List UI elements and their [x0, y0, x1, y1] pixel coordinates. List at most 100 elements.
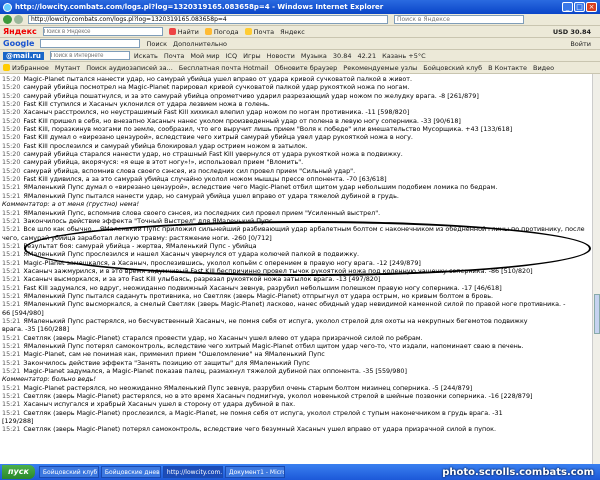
fav-link-8[interactable]: Видео: [533, 64, 554, 72]
log-line: 15:21 Magic-Planet задумался, а Magic-Pla…: [2, 367, 590, 375]
log-text: самурай убийца посмотрел на Magic-Planet…: [23, 83, 410, 92]
taskbar-task-2[interactable]: Бойцовские дневни...: [100, 466, 161, 478]
address-bar: [0, 14, 600, 26]
log-line: 15:20 Fast Kill прослезился и самурай уби…: [2, 142, 590, 150]
yandex-find-button[interactable]: Найти: [168, 28, 199, 36]
weather-icon: [204, 28, 212, 35]
vertical-scrollbar[interactable]: [592, 74, 600, 464]
log-text: самурай убийца пошатнулся, и за это саму…: [23, 91, 479, 100]
log-text: Все шло как обычно... ЯМаленький Пупс пр…: [23, 225, 585, 234]
log-text: 66 [594/980]: [2, 308, 44, 317]
url-input[interactable]: [28, 15, 388, 24]
log-line: 15:20 самурай убийца пошатнулся, и за это…: [2, 92, 590, 100]
log-time: 15:21: [2, 400, 21, 409]
log-line: 15:21 Светляк (зверь Magic-Planet) просле…: [2, 409, 590, 417]
mail-myworld-button[interactable]: Мой мир: [190, 52, 219, 60]
mail-mail-button[interactable]: Почта: [164, 52, 184, 60]
log-text: самурай убийца, вкорячуся: «я еще в этот…: [23, 158, 304, 167]
mail-search-input[interactable]: [49, 51, 130, 60]
scrollbar-thumb[interactable]: [594, 294, 600, 334]
minimize-button[interactable]: _: [562, 2, 573, 12]
log-text: Комментатор: больно ведь!: [2, 375, 96, 384]
log-text: Закончилось действие эффекта "Точный Выс…: [23, 216, 273, 225]
log-time: 15:21: [2, 208, 21, 217]
log-line: 15:21 Все шло как обычно... ЯМаленький Пу…: [2, 225, 590, 233]
log-time: 15:20: [2, 116, 21, 125]
yandex-home-button[interactable]: Яндекс: [280, 28, 305, 36]
close-button[interactable]: ×: [586, 2, 597, 12]
log-line: 15:21 Светляк (зверь Magic-Planet) растер…: [2, 392, 590, 400]
log-line: 15:21 Результат боя: самурай убийца - жер…: [2, 242, 590, 250]
fav-link-1[interactable]: Мутант: [55, 64, 80, 72]
mail-icq-button[interactable]: ICQ: [226, 52, 238, 60]
taskbar-task-3[interactable]: http://lowcity.com...: [162, 466, 223, 478]
log-time: 15:20: [2, 125, 21, 134]
log-line: 15:21 Magic-Planet, сам не понимая как, п…: [2, 350, 590, 358]
log-time: 15:21: [2, 291, 21, 300]
yandex-search-input[interactable]: [42, 27, 163, 36]
log-line: 15:20 Magic-Planet пытался нанести удар, …: [2, 75, 590, 83]
log-text: ЯМаленький Пупс прослезился и нашел Хаса…: [23, 250, 360, 259]
mail-toolbar: @mail.ru Искать Почта Мой мир ICQ Игры Н…: [0, 50, 600, 62]
google-search-button[interactable]: Поиск: [146, 40, 167, 48]
google-search-input[interactable]: [40, 39, 141, 48]
log-text: Fast Kill, поразкинув мозгами по земле, …: [23, 125, 513, 134]
favorites-button[interactable]: Избранное: [3, 64, 49, 72]
log-time: 15:21: [2, 316, 21, 325]
log-time: 15:21: [2, 250, 21, 259]
back-icon[interactable]: [3, 15, 12, 24]
fav-link-7[interactable]: В Контакте: [488, 64, 527, 72]
favorites-bar: Избранное Мутант Поиск аудиозаписей за..…: [0, 62, 600, 74]
log-line: 15:20 самурай убийца, вспомнив слова свое…: [2, 167, 590, 175]
google-signin-button[interactable]: Войти: [570, 40, 591, 48]
log-text: ЯМаленький Пупс, вспомнив слова своего с…: [23, 208, 381, 217]
log-text: Светляк (зверь Magic-Planet) старался пр…: [23, 333, 423, 342]
address-search-input[interactable]: [394, 15, 524, 24]
log-time: 15:20: [2, 75, 21, 83]
maximize-button[interactable]: □: [574, 2, 585, 12]
mail-search-button[interactable]: Искать: [134, 52, 158, 60]
log-time: 15:21: [2, 408, 21, 417]
log-line: [129/288]: [2, 417, 590, 425]
log-time: 15:20: [2, 175, 21, 184]
log-text: ЯМаленький Пупс пытался садануть противн…: [23, 291, 494, 300]
log-text: Fast Kill думал о «вирезано цензурой», в…: [23, 133, 413, 142]
taskbar-task-4[interactable]: Документ1 - Micro...: [224, 466, 285, 478]
log-text: чего, самурай убийца заработал легкую тр…: [2, 233, 272, 242]
log-line: 15:21 Хасаныч зажмурился, и в это время з…: [2, 267, 590, 275]
log-time: 15:21: [2, 191, 21, 200]
star-icon: [3, 64, 10, 71]
fav-link-3[interactable]: Бесплатная почта Hotmail: [179, 64, 269, 72]
mail-news-button[interactable]: Новости: [267, 52, 295, 60]
log-time: 15:21: [2, 367, 21, 376]
log-text: самурай убийца, вспомнив слова своего сэ…: [23, 166, 356, 175]
log-time: 15:21: [2, 342, 21, 350]
mail-music-button[interactable]: Музыка: [301, 52, 327, 60]
log-line: 15:21 Хасаныч высморкался, и за это Fast …: [2, 275, 590, 283]
log-line: 15:20 самурай убийца посмотрел на Magic-P…: [2, 83, 590, 91]
start-button[interactable]: пуск: [2, 465, 35, 479]
google-logo: Google: [3, 39, 35, 48]
fav-link-2[interactable]: Поиск аудиозаписей за...: [86, 64, 173, 72]
mail-games-button[interactable]: Игры: [243, 52, 261, 60]
forward-icon[interactable]: [14, 15, 23, 24]
taskbar-task-1[interactable]: Бойцовский клуб - ...: [38, 466, 99, 478]
log-line: 15:21 Светляк (зверь Magic-Planet) потеря…: [2, 425, 590, 433]
log-line: 15:20 Fast Kill удивился, а за это самура…: [2, 175, 590, 183]
fav-link-6[interactable]: Бойцовский клуб: [423, 64, 482, 72]
weather-widget[interactable]: Казань +5°C: [382, 52, 426, 60]
yandex-weather-button[interactable]: Погода: [204, 28, 239, 36]
fav-link-4[interactable]: Обновите браузер: [274, 64, 337, 72]
log-line: 15:21 ЯМаленький Пупс пытался нанести уда…: [2, 192, 590, 200]
log-time: 15:21: [2, 183, 21, 192]
yandex-mail-button[interactable]: Почта: [244, 28, 274, 36]
log-line: 15:20 Fast Kill думал о «вирезано цензуро…: [2, 133, 590, 141]
log-line: 15:21 Хасаныч испугался и храбрый Хасаныч…: [2, 400, 590, 408]
fav-link-5[interactable]: Рекомендуемые узлы: [343, 64, 417, 72]
log-line: 66 [594/980]: [2, 309, 590, 317]
google-more-button[interactable]: Дополнительно: [173, 40, 227, 48]
log-text: ЯМаленький Пупс пытался нанести удар, но…: [23, 191, 399, 200]
mail-icon: [244, 28, 252, 35]
log-time: 15:21: [2, 350, 21, 359]
taskbar: пуск Бойцовский клуб - ... Бойцовские дн…: [0, 464, 600, 480]
